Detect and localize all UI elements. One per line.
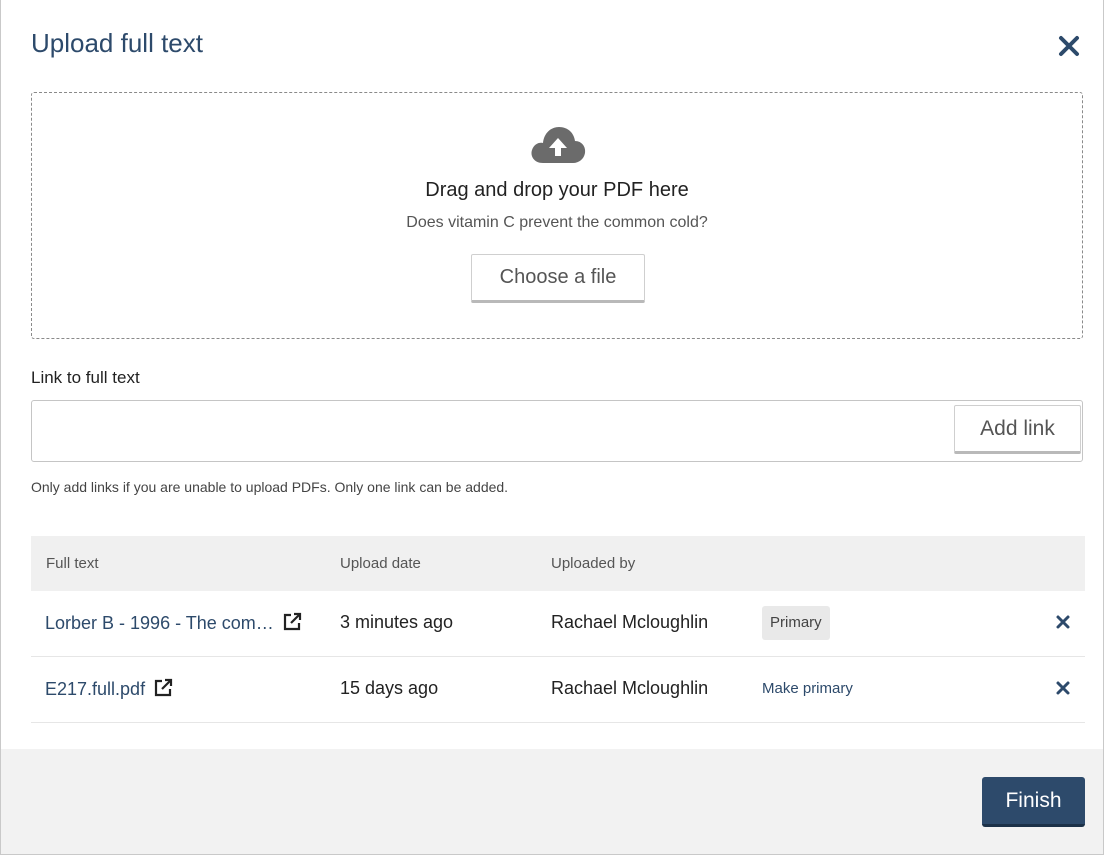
table-header: Full text Upload date Uploaded by [31,536,1085,591]
choose-file-button[interactable]: Choose a file [471,254,645,303]
make-primary-link[interactable]: Make primary [762,680,853,697]
close-icon[interactable] [1056,30,1082,60]
uploaded-by: Rachael Mcloughlin [551,612,709,632]
add-link-button[interactable]: Add link [954,405,1081,454]
primary-badge: Primary [762,606,830,640]
dropzone-subtitle: Does vitamin C prevent the common cold? [406,214,708,231]
upload-date: 3 minutes ago [340,612,454,632]
link-hint: Only add links if you are unable to uplo… [31,479,509,495]
finish-button[interactable]: Finish [982,777,1085,827]
upload-date: 15 days ago [340,678,439,698]
file-link[interactable]: Lorber B - 1996 - The com… [45,613,274,633]
link-label: Link to full text [31,368,140,387]
remove-file-icon[interactable] [1055,679,1071,697]
modal-title: Upload full text [31,28,203,58]
header-upload-date: Upload date [340,555,421,572]
dropzone-title: Drag and drop your PDF here [425,179,689,201]
external-link-icon[interactable] [282,612,302,632]
link-field-row: Add link [31,400,1083,462]
pdf-dropzone[interactable]: Drag and drop your PDF here Does vitamin… [31,92,1083,339]
header-full-text: Full text [46,555,99,572]
file-link[interactable]: E217.full.pdf [45,679,145,699]
table-row: E217.full.pdf 15 days ago Rachael Mcloug… [31,657,1085,723]
header-uploaded-by: Uploaded by [551,555,636,572]
external-link-icon[interactable] [153,678,173,698]
cloud-upload-icon [531,127,586,163]
uploaded-by: Rachael Mcloughlin [551,678,709,698]
upload-modal: Upload full text Drag and drop your PDF … [0,0,1104,855]
link-input[interactable] [32,401,942,461]
remove-file-icon[interactable] [1055,613,1071,631]
table-row: Lorber B - 1996 - The com… 3 minutes ago… [31,591,1085,657]
full-text-table: Full text Upload date Uploaded by Lorber… [31,536,1085,723]
modal-footer: Finish [1,749,1103,854]
